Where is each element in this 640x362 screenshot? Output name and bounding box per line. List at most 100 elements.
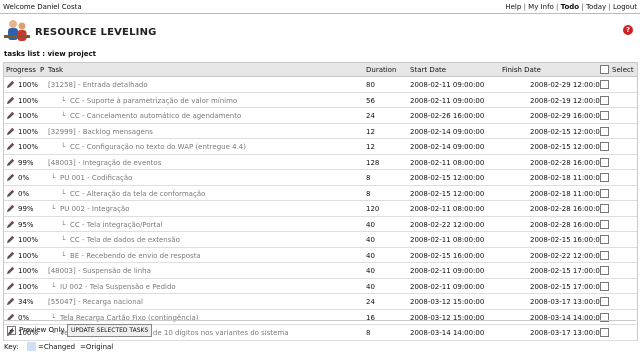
task-start-date: 2008-02-15 16:00:00: [410, 251, 485, 260]
nav-logout-link[interactable]: Logout: [613, 3, 637, 11]
table-row: 100% └ CC - Tela de dados de extensão 40 200…: [4, 232, 637, 248]
task-name[interactable]: CC - Alteração da tela de conformação: [70, 190, 205, 198]
col-duration-header[interactable]: Duration: [366, 66, 396, 74]
nav-my-info-link[interactable]: My Info: [528, 3, 554, 11]
task-progress: 0%: [18, 174, 30, 182]
select-all-checkbox[interactable]: [600, 65, 609, 74]
edit-pencil-icon[interactable]: [6, 204, 15, 213]
task-start-date: 2008-02-11 08:00:00: [410, 158, 485, 167]
task-start-date: 2008-02-11 09:00:00: [410, 267, 485, 275]
row-select-checkbox[interactable]: [600, 250, 609, 260]
nav-today-link[interactable]: Today: [586, 3, 606, 11]
table-body: 100% [31258] - Entrada detalhado 80 2008-02…: [4, 77, 637, 341]
table-row: 100% [31258] - Entrada detalhado 80 2008-02…: [4, 77, 637, 93]
col-progress-header[interactable]: Progress: [6, 66, 36, 74]
tree-connector: └: [51, 205, 56, 213]
tree-connector: └: [61, 251, 66, 260]
task-name[interactable]: CC - Configuração no texto do WAP (entre…: [70, 143, 246, 151]
task-start-date: 2008-02-11 09:00:00: [410, 282, 485, 291]
edit-pencil-icon[interactable]: [6, 127, 15, 136]
row-select-checkbox[interactable]: [600, 297, 609, 306]
task-name[interactable]: IU 002 - Tela Suspensão e Pedido: [60, 283, 176, 291]
task-name[interactable]: CC - Tela integração/Portal: [70, 221, 163, 229]
task-duration: 128: [366, 158, 380, 167]
task-name[interactable]: [31258] - Entrada detalhado: [48, 81, 148, 89]
edit-pencil-icon[interactable]: [6, 96, 15, 105]
row-select-checkbox[interactable]: [600, 235, 609, 244]
task-start-date: 2008-02-14 09:00:00: [410, 143, 485, 151]
task-finish-date: 2008-02-15 12:00:00: [530, 143, 605, 151]
task-name[interactable]: CC - Cancelamento automático de agendame…: [70, 112, 241, 120]
row-select-checkbox[interactable]: [600, 281, 609, 291]
edit-pencil-icon[interactable]: [6, 142, 15, 151]
edit-pencil-icon[interactable]: [6, 80, 15, 89]
col-task-header[interactable]: Task: [48, 66, 63, 74]
row-select-checkbox[interactable]: [600, 157, 609, 167]
row-select-checkbox[interactable]: [600, 219, 609, 229]
task-name[interactable]: [48003] - Suspensão de linha: [48, 267, 151, 275]
edit-pencil-icon[interactable]: [6, 220, 15, 229]
task-progress: 100%: [18, 112, 39, 120]
edit-pencil-icon[interactable]: [6, 189, 15, 198]
task-name[interactable]: PU 001 - Codificação: [60, 174, 132, 182]
task-name[interactable]: BE - Recebendo de envio de resposta: [70, 252, 201, 260]
tree-connector: └: [61, 189, 66, 198]
page-subtitle: tasks list : view project: [4, 50, 97, 58]
row-select-checkbox[interactable]: [600, 204, 609, 213]
task-start-date: 2008-02-11 09:00:00: [410, 81, 485, 89]
table-row: 0% └ PU 001 - Codificação 8 2008-02-15 12:00…: [4, 170, 637, 186]
key-changed-label: =Changed: [38, 343, 76, 351]
task-finish-date: 2008-02-15 12:00:00: [530, 127, 605, 136]
task-name[interactable]: [55047] - Recarga nacional: [48, 298, 143, 306]
task-name[interactable]: CC - Tela de dados de extensão: [70, 236, 180, 244]
row-select-checkbox[interactable]: [600, 173, 609, 182]
task-duration: 80: [366, 81, 375, 89]
preview-only-checkbox[interactable]: ✓: [7, 326, 16, 335]
nav-todo-link[interactable]: Todo: [561, 3, 579, 11]
key-original-label: =Original: [80, 343, 114, 351]
task-duration: 24: [366, 298, 375, 306]
edit-pencil-icon[interactable]: [6, 173, 15, 182]
row-select-checkbox[interactable]: [600, 142, 609, 151]
edit-pencil-icon[interactable]: [6, 266, 15, 275]
edit-pencil-icon[interactable]: [6, 111, 15, 120]
welcome-text: Welcome Daniel Costa: [3, 3, 82, 11]
task-start-date: 2008-02-15 12:00:00: [410, 189, 485, 198]
row-select-checkbox[interactable]: [600, 111, 609, 120]
task-progress: 100%: [18, 251, 39, 260]
edit-pencil-icon[interactable]: [6, 282, 15, 291]
row-select-checkbox[interactable]: [600, 80, 609, 89]
table-row: 100% [48003] - Suspensão de linha 40 2008-0…: [4, 263, 637, 279]
update-selected-tasks-button[interactable]: UPDATE SELECTED TASKS: [67, 324, 153, 337]
row-select-checkbox[interactable]: [600, 266, 609, 275]
help-icon[interactable]: ?: [623, 25, 633, 35]
top-bar: Welcome Daniel Costa Help | My Info | To…: [0, 0, 640, 13]
task-progress: 0%: [18, 189, 30, 198]
task-finish-date: 2008-02-28 16:00:00: [530, 205, 605, 213]
edit-pencil-icon[interactable]: [6, 251, 15, 260]
edit-pencil-icon[interactable]: [6, 297, 15, 306]
edit-pencil-icon[interactable]: [6, 235, 15, 244]
task-name[interactable]: [32999] - Backlog mensagens: [48, 128, 153, 136]
row-select-checkbox[interactable]: [600, 126, 609, 136]
task-name[interactable]: PU 002 - Integração: [60, 205, 130, 213]
edit-pencil-icon[interactable]: [6, 158, 15, 167]
row-select-checkbox[interactable]: [600, 188, 609, 198]
nav-help-link[interactable]: Help: [505, 3, 521, 11]
task-start-date: 2008-02-11 09:00:00: [410, 96, 485, 105]
header-divider: [0, 13, 640, 14]
task-name[interactable]: [48003] - Integração de eventos: [48, 159, 161, 167]
table-row: 99% [48003] - Integração de eventos 128 200…: [4, 155, 637, 170]
tree-connector: └: [61, 96, 66, 105]
task-finish-date: 2008-02-22 12:00:00: [530, 251, 605, 260]
table-row: 100% └ CC - Cancelamento automático de age…: [4, 108, 637, 124]
page-title: RESOURCE LEVELING: [35, 27, 157, 38]
task-finish-date: 2008-02-28 16:00:00: [530, 158, 605, 167]
col-start-header[interactable]: Start Date: [410, 66, 446, 74]
col-finish-header[interactable]: Finish Date: [502, 66, 541, 74]
row-select-checkbox[interactable]: [600, 95, 609, 105]
task-name[interactable]: CC - Suporte à parametrização de valor m…: [70, 97, 237, 105]
top-nav: Help | My Info | Todo | Today | Logout: [505, 3, 637, 11]
task-duration: 40: [366, 251, 375, 260]
col-priority-header[interactable]: P: [40, 66, 44, 74]
